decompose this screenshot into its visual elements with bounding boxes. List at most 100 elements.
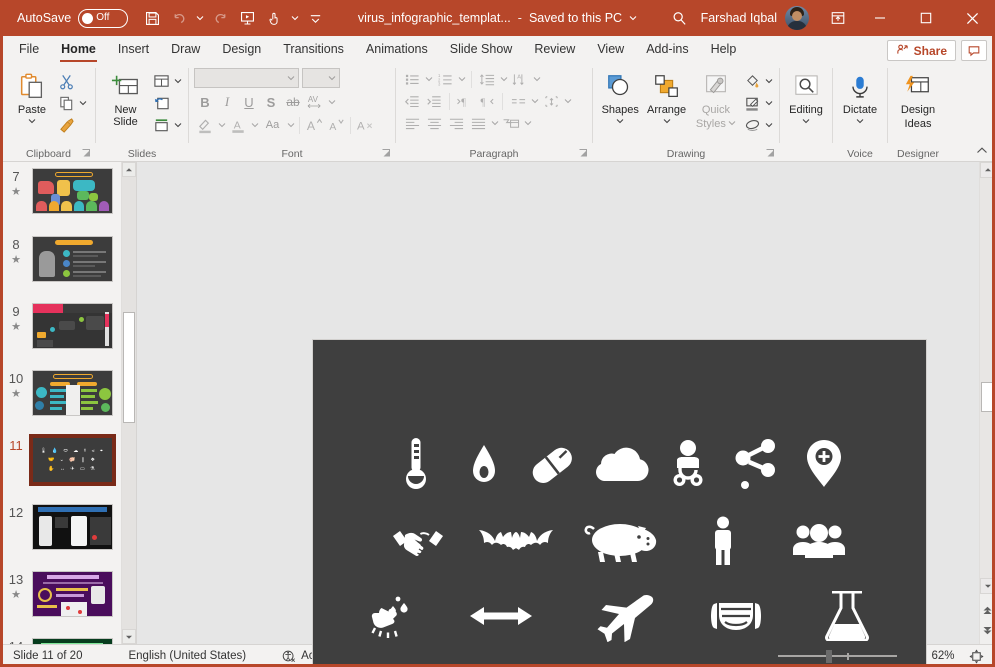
align-left-icon[interactable] — [401, 112, 423, 134]
thumbnails-scroll-down-icon[interactable] — [122, 629, 136, 644]
shapes-dropdown-icon[interactable] — [616, 116, 624, 126]
align-right-icon[interactable] — [445, 112, 467, 134]
ribbon-display-options-icon[interactable] — [819, 0, 857, 36]
text-highlight-dropdown-icon[interactable] — [216, 114, 227, 136]
copy-icon[interactable] — [55, 92, 77, 114]
text-direction-icon[interactable]: A — [509, 68, 531, 90]
rtl-text-icon[interactable]: ¶ — [476, 90, 498, 112]
thumbnails-scroll-up-icon[interactable] — [122, 162, 136, 177]
font-color-dropdown-icon[interactable] — [249, 114, 260, 136]
convert-to-smartart-icon[interactable] — [500, 112, 522, 134]
flask-icon[interactable] — [811, 591, 883, 641]
font-color-icon[interactable]: A — [227, 114, 249, 136]
slide-thumbnails-pane[interactable]: 7 ★ — [0, 162, 137, 644]
thumbnail-slide-10[interactable]: 10 ★ — [0, 370, 136, 437]
handshake-icon[interactable] — [384, 523, 452, 559]
copy-dropdown-icon[interactable] — [77, 92, 88, 114]
numbering-icon[interactable]: 123 — [434, 68, 456, 90]
columns-dropdown-icon[interactable] — [529, 90, 540, 112]
maximize-icon[interactable] — [903, 0, 949, 36]
doctor-icon[interactable] — [654, 439, 722, 489]
cut-icon[interactable] — [55, 70, 77, 92]
thumbnail-image[interactable] — [32, 571, 113, 617]
design-ideas-button[interactable]: Design Ideas — [893, 67, 943, 130]
clear-formatting-icon[interactable]: A — [354, 114, 376, 136]
quick-styles-button[interactable]: Quick Styles — [691, 67, 741, 130]
shape-outline-dropdown-icon[interactable] — [763, 92, 774, 114]
share-network-icon[interactable] — [722, 438, 790, 490]
shape-effects-dropdown-icon[interactable] — [763, 114, 774, 136]
thumbnail-image[interactable] — [32, 504, 113, 550]
line-spacing-dropdown-icon[interactable] — [498, 68, 509, 90]
shape-effects-icon[interactable] — [741, 114, 763, 136]
arrange-button[interactable]: Arrange — [642, 67, 690, 126]
autosave-switch[interactable]: Off — [78, 9, 128, 28]
increase-indent-icon[interactable] — [423, 90, 445, 112]
shape-fill-dropdown-icon[interactable] — [763, 70, 774, 92]
thumbnail-image[interactable] — [32, 236, 113, 282]
zoom-knob[interactable] — [826, 650, 832, 663]
pig-icon[interactable] — [580, 519, 664, 563]
avatar[interactable] — [785, 6, 809, 30]
font-name-input[interactable] — [194, 68, 299, 88]
tab-transitions[interactable]: Transitions — [272, 36, 355, 63]
thumbnail-image[interactable] — [32, 638, 113, 644]
tab-home[interactable]: Home — [50, 36, 107, 63]
arrange-dropdown-icon[interactable] — [663, 116, 671, 126]
reset-icon[interactable] — [150, 92, 172, 114]
smartart-dropdown-icon[interactable] — [522, 112, 533, 134]
align-center-icon[interactable] — [423, 112, 445, 134]
close-icon[interactable] — [949, 0, 995, 36]
redo-icon[interactable] — [208, 6, 233, 31]
font-size-dropdown-icon[interactable] — [328, 71, 336, 85]
columns-icon[interactable] — [507, 90, 529, 112]
numbering-dropdown-icon[interactable] — [456, 68, 467, 90]
tab-slide-show[interactable]: Slide Show — [439, 36, 524, 63]
person-icon[interactable] — [688, 516, 758, 566]
save-icon[interactable] — [140, 6, 165, 31]
new-slide-button[interactable]: New Slide — [101, 67, 150, 128]
zoom-level[interactable]: 62% — [923, 650, 963, 662]
thumbnail-image[interactable] — [32, 303, 113, 349]
start-from-beginning-icon[interactable] — [235, 6, 260, 31]
drawing-dialog-launcher[interactable] — [765, 148, 776, 159]
line-spacing-icon[interactable] — [476, 68, 498, 90]
thumbnail-slide-9[interactable]: 9 ★ — [0, 303, 136, 370]
strikethrough-icon[interactable]: ab — [282, 91, 304, 113]
water-drop-icon[interactable] — [450, 442, 518, 486]
bullets-icon[interactable] — [401, 68, 423, 90]
align-text-icon[interactable] — [540, 90, 562, 112]
hand-washing-icon[interactable] — [357, 594, 425, 638]
thumbnail-image[interactable] — [32, 168, 113, 214]
section-icon[interactable] — [150, 114, 172, 136]
character-spacing-icon[interactable]: AV — [304, 91, 326, 113]
layout-icon[interactable] — [150, 70, 172, 92]
touch-mode-icon[interactable] — [262, 6, 287, 31]
change-case-dropdown-icon[interactable] — [285, 114, 296, 136]
bat-icon[interactable] — [476, 523, 556, 559]
slide-canvas-area[interactable] — [137, 162, 995, 644]
thumbnails-scrollbar[interactable] — [121, 162, 136, 644]
shape-fill-icon[interactable] — [741, 70, 763, 92]
section-dropdown-icon[interactable] — [172, 114, 183, 136]
dictate-dropdown-icon[interactable] — [856, 116, 864, 126]
face-mask-icon[interactable] — [697, 597, 775, 635]
thumbnail-slide-14[interactable]: 14 — [0, 638, 136, 644]
italic-icon[interactable]: I — [216, 91, 238, 113]
customize-quick-access-toolbar-icon[interactable] — [303, 6, 328, 31]
justify-icon[interactable] — [467, 112, 489, 134]
shape-outline-icon[interactable] — [741, 92, 763, 114]
paste-dropdown-icon[interactable] — [28, 116, 36, 126]
search-icon[interactable] — [663, 1, 697, 35]
thumbnail-slide-11[interactable]: 11 🌡 💧 ⬭ ☁ ⚕ ⋖ ⌖ 🤝 ⌄ 🐖 ❙ ❖ ✋ ↔ ✈ ▭ ⚗ — [0, 437, 136, 504]
tab-file[interactable]: File — [8, 36, 50, 63]
autosave-toggle[interactable]: AutoSave Off — [17, 9, 128, 28]
saved-status-dropdown-icon[interactable] — [629, 11, 637, 25]
minimize-icon[interactable] — [857, 0, 903, 36]
thumbnail-image[interactable]: 🌡 💧 ⬭ ☁ ⚕ ⋖ ⌖ 🤝 ⌄ 🐖 ❙ ❖ ✋ ↔ ✈ ▭ ⚗ — [32, 437, 113, 483]
font-name-dropdown-icon[interactable] — [287, 71, 295, 85]
thumbnail-slide-8[interactable]: 8 ★ — [0, 236, 136, 303]
tab-review[interactable]: Review — [523, 36, 586, 63]
editing-dropdown-icon[interactable] — [802, 116, 810, 126]
decrease-indent-icon[interactable] — [401, 90, 423, 112]
